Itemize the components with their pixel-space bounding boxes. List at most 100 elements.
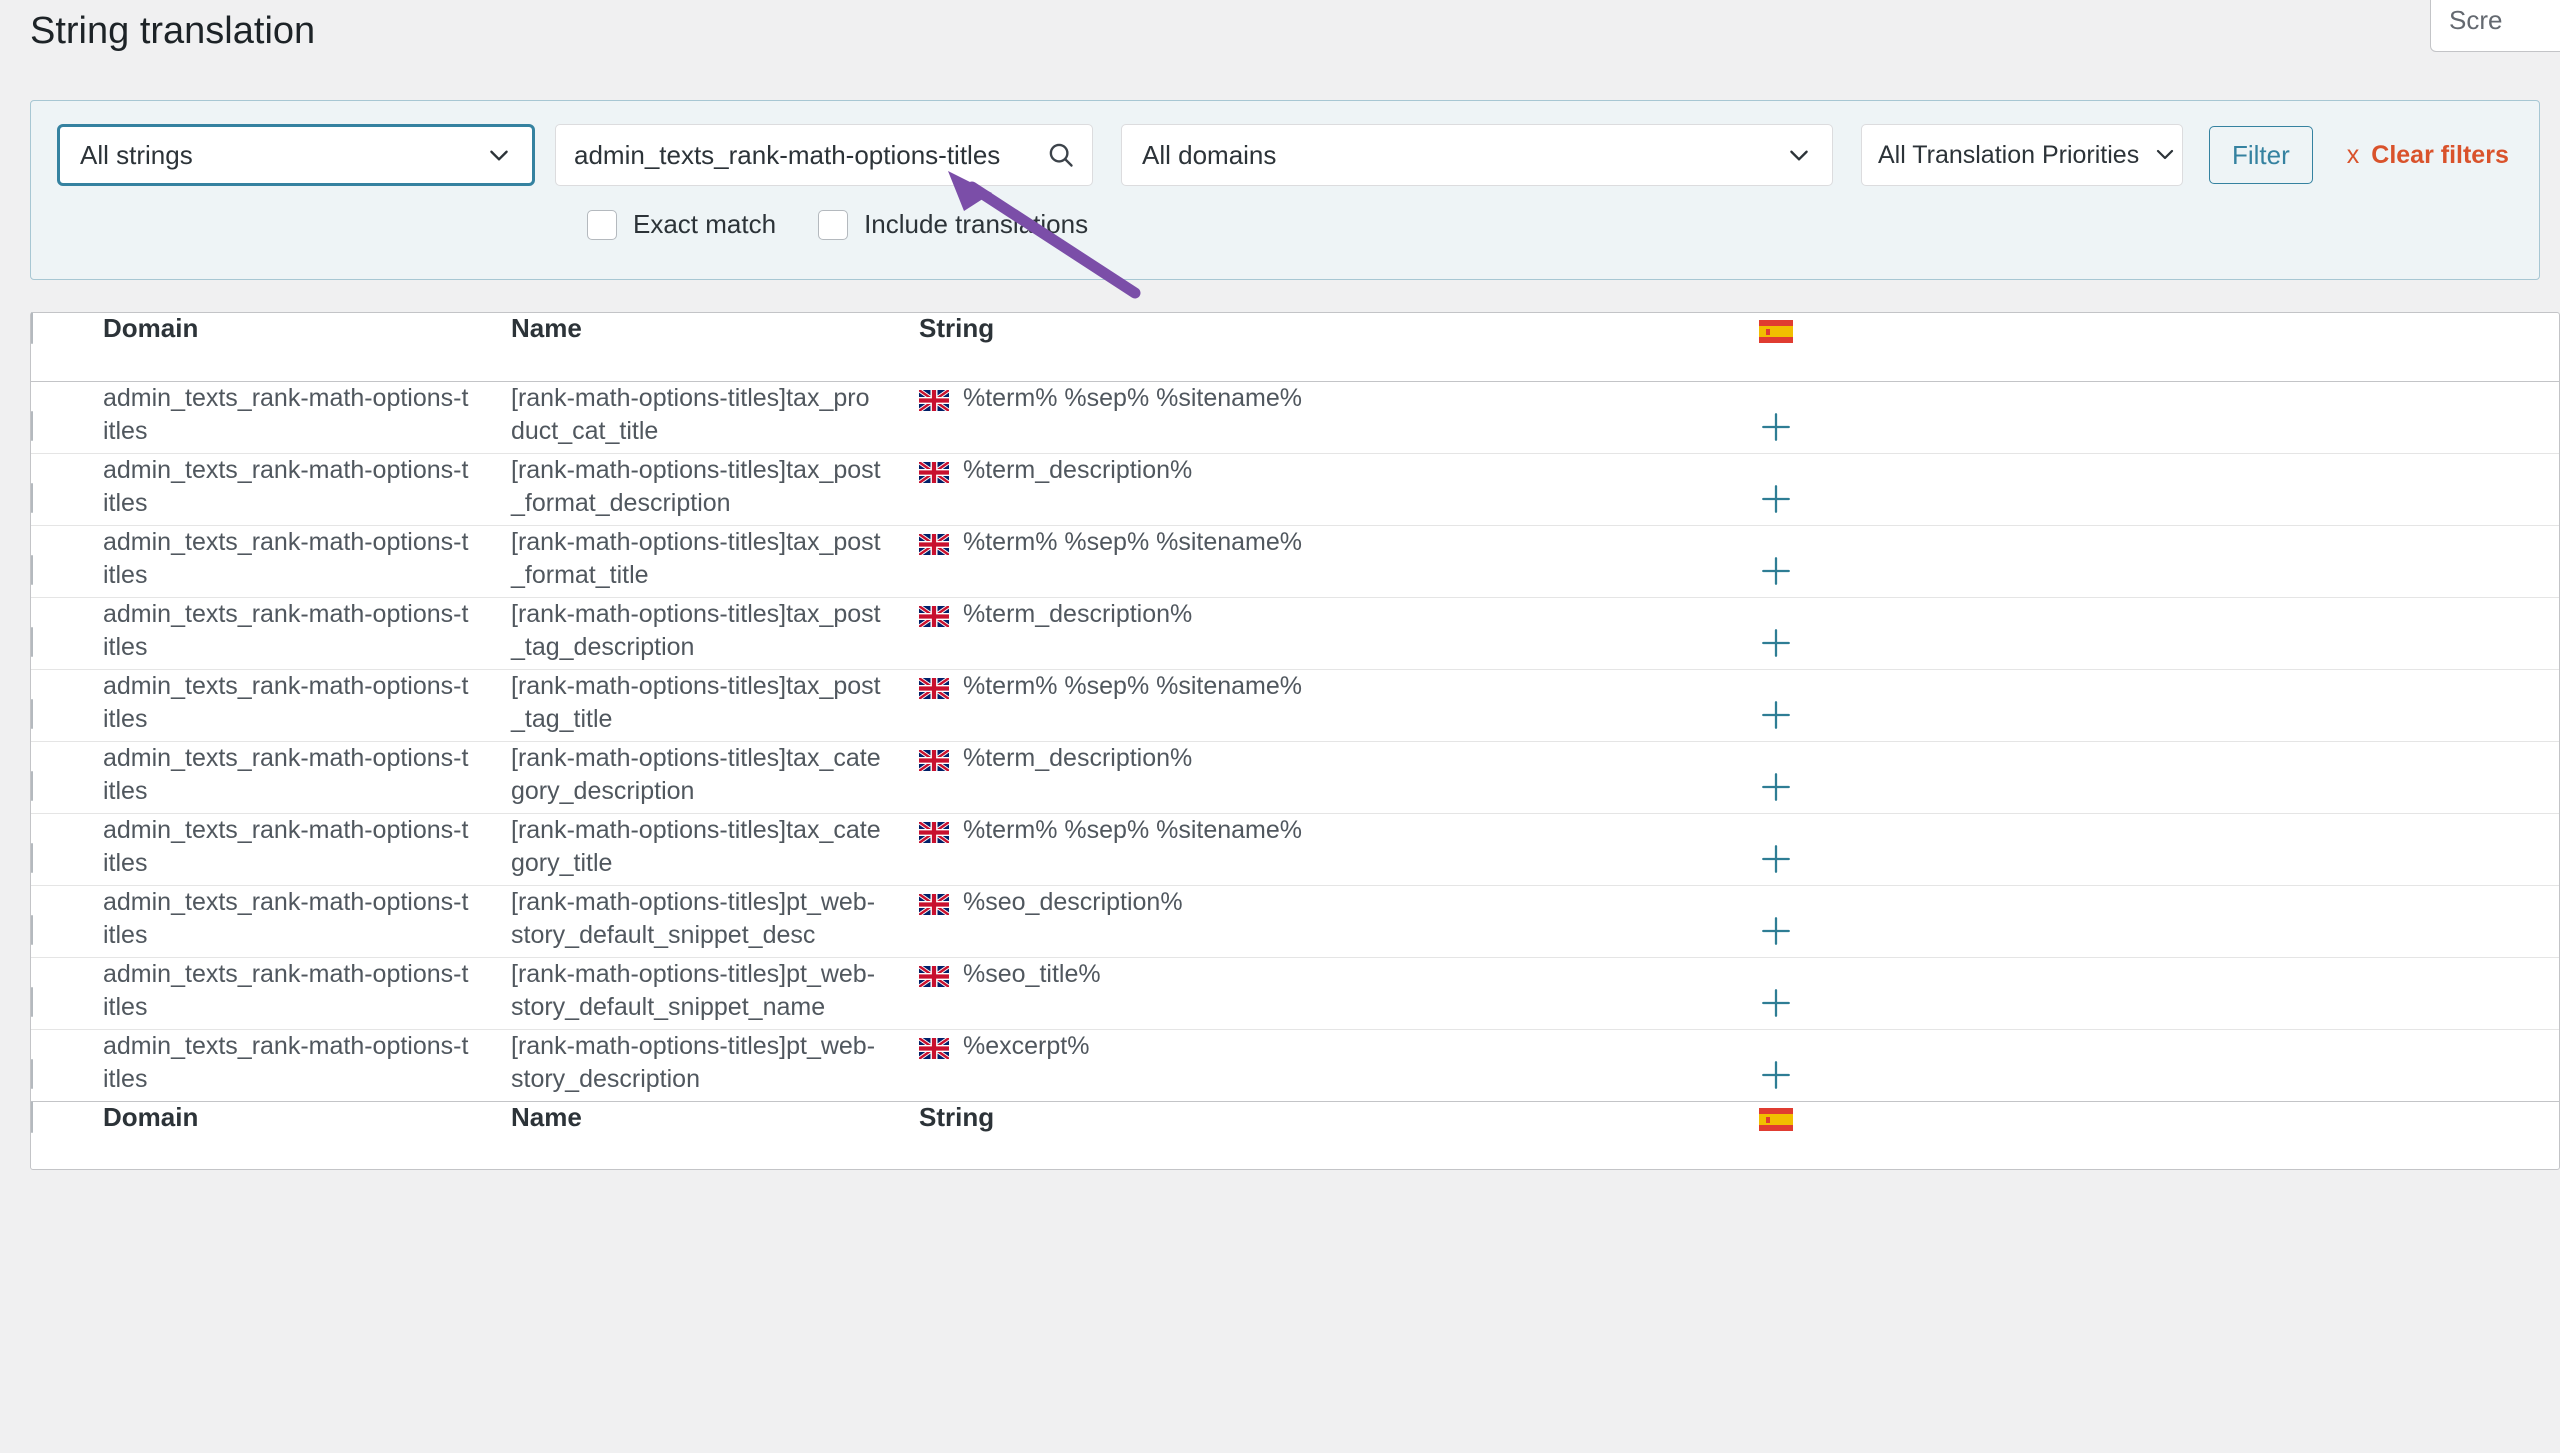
row-domain-cell: admin_texts_rank-math-options-titles bbox=[103, 452, 511, 525]
row-string-text: %term_description% bbox=[963, 455, 1193, 484]
uk-flag-icon bbox=[917, 819, 951, 845]
search-icon[interactable] bbox=[1046, 140, 1076, 170]
table-body: admin_texts_rank-math-options-titles [ran… bbox=[31, 381, 2559, 1101]
domain-select[interactable]: All domains bbox=[1121, 124, 1833, 186]
name-column-footer[interactable]: Name bbox=[511, 1100, 919, 1169]
plus-icon[interactable] bbox=[1759, 844, 1793, 882]
page-title: String translation bbox=[30, 10, 316, 52]
row-checkbox[interactable] bbox=[31, 842, 33, 873]
exact-match-checkbox[interactable] bbox=[587, 209, 617, 240]
translation-priority-select[interactable]: All Translation Priorities bbox=[1861, 124, 2183, 186]
row-spacer-cell bbox=[1879, 1028, 2559, 1101]
plus-icon[interactable] bbox=[1759, 1060, 1793, 1098]
row-name-cell: [rank-math-options-titles]tax_post_tag_d… bbox=[511, 596, 919, 669]
row-checkbox[interactable] bbox=[31, 482, 33, 513]
screen-options-button[interactable]: Scre bbox=[2430, 0, 2560, 52]
row-string-cell: %term% %sep% %sitename% bbox=[917, 668, 1759, 741]
row-string-text: %term% %sep% %sitename% bbox=[963, 815, 1303, 844]
row-string-cell: %term_description% bbox=[917, 452, 1759, 525]
plus-icon[interactable] bbox=[1759, 484, 1793, 522]
row-select-cell bbox=[31, 381, 103, 453]
row-spacer-cell bbox=[1879, 452, 2559, 525]
string-column-footer[interactable]: String bbox=[919, 1100, 1759, 1169]
search-input-value: admin_texts_rank-math-options-titles bbox=[574, 139, 1001, 170]
uk-flag-icon bbox=[917, 603, 951, 629]
plus-icon[interactable] bbox=[1759, 988, 1793, 1026]
row-checkbox[interactable] bbox=[31, 626, 33, 657]
filter-checkbox-row: Exact match Include translations bbox=[587, 209, 1088, 240]
row-name-cell: [rank-math-options-titles]pt_web-story_d… bbox=[511, 956, 919, 1029]
plus-icon[interactable] bbox=[1759, 772, 1793, 810]
row-checkbox[interactable] bbox=[31, 1058, 33, 1089]
select-all-checkbox[interactable] bbox=[31, 312, 33, 344]
table-row: admin_texts_rank-math-options-titles [ran… bbox=[31, 740, 2559, 813]
row-checkbox[interactable] bbox=[31, 410, 33, 441]
plus-icon[interactable] bbox=[1759, 916, 1793, 954]
domain-column-header[interactable]: Domain bbox=[103, 313, 511, 382]
select-all-checkbox-footer[interactable] bbox=[31, 1100, 33, 1133]
include-translations-checkbox[interactable] bbox=[818, 209, 849, 240]
plus-icon[interactable] bbox=[1759, 700, 1793, 738]
row-domain-cell: admin_texts_rank-math-options-titles bbox=[103, 383, 469, 445]
strings-table-container: Domain Name String admin_texts_rank-math… bbox=[30, 312, 2560, 1170]
row-spacer-cell bbox=[1879, 956, 2559, 1029]
row-string-cell: %term_description% bbox=[917, 596, 1759, 669]
plus-icon[interactable] bbox=[1759, 628, 1793, 666]
table-row: admin_texts_rank-math-options-titles [ran… bbox=[31, 381, 2559, 453]
language-column-footer bbox=[1759, 1100, 1879, 1169]
row-spacer-cell bbox=[1879, 812, 2559, 885]
row-add-translation-cell bbox=[1759, 524, 1879, 597]
row-add-translation-cell bbox=[1759, 884, 1879, 957]
table-footer-row: Domain Name String bbox=[31, 1100, 2559, 1169]
name-column-header[interactable]: Name bbox=[511, 313, 919, 382]
plus-icon[interactable] bbox=[1759, 412, 1793, 450]
row-string-text: %term% %sep% %sitename% bbox=[963, 671, 1303, 700]
row-string-cell: %seo_description% bbox=[917, 884, 1759, 957]
row-name-cell: [rank-math-options-titles]tax_category_t… bbox=[511, 812, 919, 885]
row-add-translation-cell bbox=[1759, 452, 1879, 525]
table-row: admin_texts_rank-math-options-titles [ran… bbox=[31, 596, 2559, 669]
row-string-cell: %term% %sep% %sitename% bbox=[917, 524, 1759, 597]
string-scope-select[interactable]: All strings bbox=[57, 124, 535, 186]
language-column-header bbox=[1759, 313, 1879, 382]
row-domain-cell: admin_texts_rank-math-options-titles bbox=[103, 740, 511, 813]
table-row: admin_texts_rank-math-options-titles [ran… bbox=[31, 452, 2559, 525]
uk-flag-icon bbox=[917, 675, 951, 701]
clear-filters-link[interactable]: x Clear filters bbox=[2347, 141, 2509, 170]
row-checkbox[interactable] bbox=[31, 986, 33, 1017]
row-spacer-cell bbox=[1879, 524, 2559, 597]
chevron-down-icon bbox=[486, 142, 512, 168]
include-translations-checkbox-wrap[interactable]: Include translations bbox=[818, 209, 1088, 240]
row-string-text: %seo_description% bbox=[963, 887, 1183, 916]
row-string-text: %seo_title% bbox=[963, 959, 1101, 988]
row-checkbox[interactable] bbox=[31, 770, 33, 801]
row-add-translation-cell bbox=[1759, 1028, 1879, 1101]
row-string-cell: %term% %sep% %sitename% bbox=[917, 812, 1759, 885]
row-select-cell bbox=[31, 668, 103, 741]
row-spacer-cell bbox=[1879, 740, 2559, 813]
row-string-text: %term_description% bbox=[963, 743, 1193, 772]
filter-panel: All strings admin_texts_rank-math-option… bbox=[30, 100, 2540, 280]
row-select-cell bbox=[31, 956, 103, 1029]
row-domain-cell: admin_texts_rank-math-options-titles bbox=[103, 596, 511, 669]
exact-match-checkbox-wrap[interactable]: Exact match bbox=[587, 209, 776, 240]
row-domain-cell: admin_texts_rank-math-options-titles bbox=[103, 668, 511, 741]
filter-button[interactable]: Filter bbox=[2209, 126, 2313, 184]
search-input[interactable]: admin_texts_rank-math-options-titles bbox=[555, 124, 1093, 186]
select-all-footer bbox=[31, 1100, 103, 1169]
domain-column-footer[interactable]: Domain bbox=[103, 1100, 511, 1169]
row-select-cell bbox=[31, 524, 103, 597]
string-translation-page: String translation Scre All strings admi… bbox=[0, 0, 2560, 1453]
strings-table: Domain Name String admin_texts_rank-math… bbox=[31, 312, 2559, 1169]
row-add-translation-cell bbox=[1759, 596, 1879, 669]
row-select-cell bbox=[31, 812, 103, 885]
plus-icon[interactable] bbox=[1759, 556, 1793, 594]
table-row: admin_texts_rank-math-options-titles [ran… bbox=[31, 524, 2559, 597]
row-domain-cell: admin_texts_rank-math-options-titles bbox=[103, 884, 511, 957]
string-column-header[interactable]: String bbox=[919, 313, 1759, 382]
row-checkbox[interactable] bbox=[31, 914, 33, 945]
row-checkbox[interactable] bbox=[31, 698, 33, 729]
table-row: admin_texts_rank-math-options-titles [ran… bbox=[31, 884, 2559, 957]
row-spacer-cell bbox=[1879, 668, 2559, 741]
row-checkbox[interactable] bbox=[31, 554, 33, 585]
